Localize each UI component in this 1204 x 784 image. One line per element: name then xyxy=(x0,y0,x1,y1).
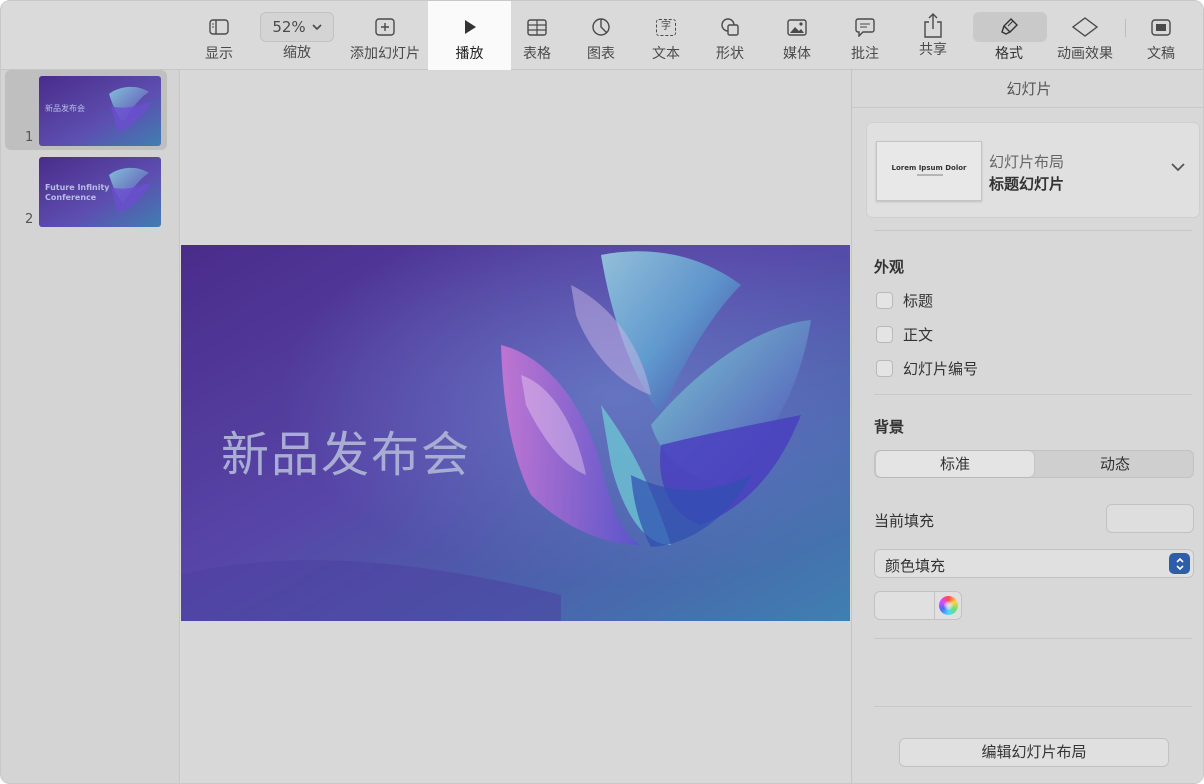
layout-thumbnail-subtitle-line xyxy=(917,174,943,176)
background-mode-segmented-control: 标准 动态 xyxy=(874,450,1194,478)
slide-number-checkbox-row[interactable]: 幻灯片编号 xyxy=(876,358,978,379)
share-label: 共享 xyxy=(919,42,947,58)
body-checkbox[interactable] xyxy=(876,326,893,343)
comment-label: 批注 xyxy=(851,46,879,62)
color-wheel-icon[interactable] xyxy=(939,596,958,615)
slide-canvas[interactable]: 新品发布会 xyxy=(181,70,851,783)
document-label: 文稿 xyxy=(1147,46,1175,62)
zoom-value-box[interactable]: 52% xyxy=(260,12,334,42)
layout-thumbnail: Lorem Ipsum Dolor xyxy=(876,141,982,201)
table-label: 表格 xyxy=(523,46,551,62)
slide-thumbnail-title: Future Infinity Conference xyxy=(45,183,110,203)
divider xyxy=(874,230,1192,231)
slide-thumbnail-title-line: Conference xyxy=(45,193,97,202)
slide-thumbnail-image: 新品发布会 xyxy=(39,76,161,146)
animate-diamond-icon xyxy=(1072,15,1098,39)
shape-icon xyxy=(720,15,740,39)
chart-button[interactable]: 图表 xyxy=(579,1,623,70)
title-checkbox-row[interactable]: 标题 xyxy=(876,290,933,311)
slide-layout-picker[interactable]: Lorem Ipsum Dolor 幻灯片布局 标题幻灯片 xyxy=(866,122,1200,218)
comment-icon xyxy=(855,15,875,39)
animate-label: 动画效果 xyxy=(1057,46,1113,62)
chart-label: 图表 xyxy=(587,46,615,62)
edit-slide-layout-button[interactable]: 编辑幻灯片布局 xyxy=(899,738,1169,767)
text-label: 文本 xyxy=(652,46,680,62)
play-label: 播放 xyxy=(455,46,484,62)
table-icon xyxy=(527,15,547,39)
share-icon xyxy=(923,11,943,39)
zoom-label: 缩放 xyxy=(283,45,311,61)
layout-name: 标题幻灯片 xyxy=(989,175,1065,193)
media-icon xyxy=(787,15,807,39)
title-checkbox-label: 标题 xyxy=(903,292,934,310)
shape-label: 形状 xyxy=(716,46,744,62)
view-button[interactable]: 显示 xyxy=(191,1,247,70)
document-icon xyxy=(1151,15,1171,39)
toolbar-separator xyxy=(1125,19,1126,37)
format-label: 格式 xyxy=(995,46,1023,62)
inspector-title: 幻灯片 xyxy=(852,70,1203,108)
format-button[interactable]: 格式 xyxy=(987,1,1031,70)
play-button[interactable]: 播放 xyxy=(428,1,511,70)
appearance-heading: 外观 xyxy=(874,258,905,276)
media-button[interactable]: 媒体 xyxy=(775,1,819,70)
paintbrush-icon xyxy=(999,15,1019,39)
chevron-down-icon xyxy=(312,23,322,31)
fill-type-value: 颜色填充 xyxy=(885,557,946,575)
color-well-separator xyxy=(934,592,935,619)
chart-icon xyxy=(591,15,611,39)
background-heading: 背景 xyxy=(874,418,905,436)
plus-square-icon xyxy=(375,15,395,39)
slide-thumbnail-1[interactable]: 1 新品发布会 xyxy=(5,70,167,150)
shape-button[interactable]: 形状 xyxy=(708,1,752,70)
sidebar-icon xyxy=(209,15,229,39)
segment-standard[interactable]: 标准 xyxy=(876,451,1034,477)
share-button[interactable]: 共享 xyxy=(911,1,955,70)
slide-thumbnail-image: Future Infinity Conference xyxy=(39,157,161,227)
body-checkbox-label: 正文 xyxy=(903,326,934,344)
updown-chevron-icon xyxy=(1169,553,1190,574)
media-label: 媒体 xyxy=(783,46,811,62)
layout-caption: 幻灯片布局 xyxy=(989,153,1065,171)
format-inspector: 幻灯片 Lorem Ipsum Dolor 幻灯片布局 标题幻灯片 外观 标题 … xyxy=(851,70,1203,783)
segment-dynamic[interactable]: 动态 xyxy=(1035,451,1195,477)
current-slide[interactable]: 新品发布会 xyxy=(181,245,850,621)
toolbar: 显示 52% 缩放 添加幻灯片 播放 表格 图表 字 文本 形状 媒体 批注 共… xyxy=(1,1,1203,70)
text-box-glyph: 字 xyxy=(656,18,676,36)
zoom-value: 52% xyxy=(272,18,306,36)
layout-thumbnail-title: Lorem Ipsum Dolor xyxy=(891,164,967,172)
animate-button[interactable]: 动画效果 xyxy=(1051,1,1119,70)
slide-number-checkbox-label: 幻灯片编号 xyxy=(903,360,979,378)
app-window: 显示 52% 缩放 添加幻灯片 播放 表格 图表 字 文本 形状 媒体 批注 共… xyxy=(0,0,1204,784)
add-slide-button[interactable]: 添加幻灯片 xyxy=(345,1,425,70)
slide-thumbnail-title-line: Future Infinity xyxy=(45,183,110,192)
slide-number-checkbox[interactable] xyxy=(876,360,893,377)
play-icon xyxy=(463,15,477,39)
table-button[interactable]: 表格 xyxy=(515,1,559,70)
color-well[interactable] xyxy=(874,591,962,620)
title-checkbox[interactable] xyxy=(876,292,893,309)
slide-navigator: 1 新品发布会 2 Future Infinity Conference xyxy=(1,70,180,783)
current-fill-well[interactable] xyxy=(1106,504,1194,533)
slide-number: 2 xyxy=(25,212,34,227)
slide-title[interactable]: 新品发布会 xyxy=(221,415,471,485)
current-fill-label: 当前填充 xyxy=(874,512,935,530)
document-button[interactable]: 文稿 xyxy=(1139,1,1183,70)
zoom-button[interactable]: 52% 缩放 xyxy=(259,1,335,70)
slide-number: 1 xyxy=(25,130,34,145)
chevron-down-icon[interactable] xyxy=(1171,161,1185,176)
divider xyxy=(874,706,1192,707)
fill-type-select[interactable]: 颜色填充 xyxy=(874,549,1194,578)
divider xyxy=(874,638,1192,639)
comment-button[interactable]: 批注 xyxy=(843,1,887,70)
add-slide-label: 添加幻灯片 xyxy=(350,46,420,62)
slide-thumbnail-2[interactable]: 2 Future Infinity Conference xyxy=(5,152,167,232)
slide-thumbnail-title: 新品发布会 xyxy=(45,104,85,113)
text-box-icon: 字 xyxy=(656,15,676,39)
divider xyxy=(874,394,1192,395)
body-checkbox-row[interactable]: 正文 xyxy=(876,324,933,345)
view-label: 显示 xyxy=(205,46,233,62)
text-button[interactable]: 字 文本 xyxy=(644,1,688,70)
